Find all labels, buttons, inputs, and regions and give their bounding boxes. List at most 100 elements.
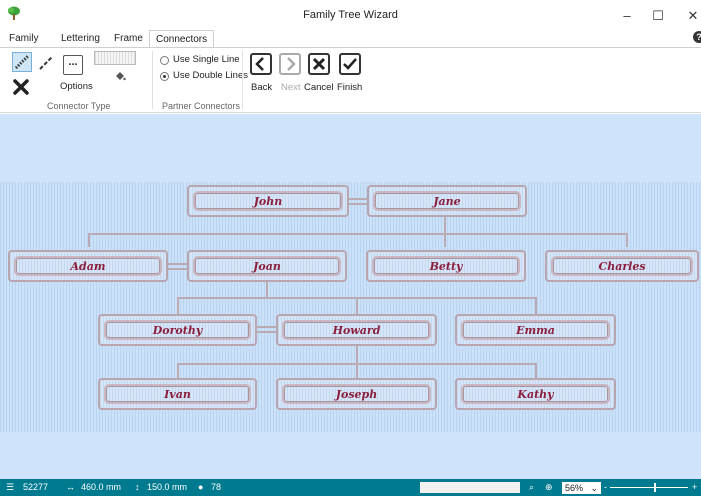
- height-arrow-icon: ↕: [135, 482, 140, 492]
- checkmark-icon: [343, 58, 357, 70]
- palette-icon: ●: [198, 482, 204, 492]
- connector-style-selected-button[interactable]: [12, 52, 32, 72]
- options-label[interactable]: Options: [60, 81, 93, 92]
- name-label: Betty: [429, 260, 463, 273]
- name-panel-dorothy[interactable]: Dorothy: [98, 314, 257, 346]
- ribbon: ... Options Connector Type Use Single Li…: [0, 47, 701, 113]
- line-connector-icon: [39, 56, 53, 70]
- name-panel-betty[interactable]: Betty: [366, 250, 526, 282]
- remove-connector-button[interactable]: [12, 78, 32, 98]
- double-lines-label[interactable]: Use Double Lines: [173, 70, 248, 81]
- back-button[interactable]: [250, 53, 272, 75]
- cross-icon: [13, 79, 29, 95]
- double-lines-radio[interactable]: [160, 72, 169, 81]
- finish-button[interactable]: [339, 53, 361, 75]
- title-bar: Family Tree Wizard – ☐ ✕: [0, 0, 701, 32]
- zoom-tool-icon[interactable]: ⌕: [529, 479, 534, 496]
- connector-line: [356, 297, 358, 314]
- name-panel-adam[interactable]: Adam: [8, 250, 168, 282]
- group-divider: [152, 51, 153, 109]
- window-title: Family Tree Wizard: [303, 9, 398, 21]
- name-panel-joan[interactable]: Joan: [187, 250, 347, 282]
- name-label: Joseph: [335, 388, 378, 401]
- width-arrow-icon: ↔: [66, 482, 75, 492]
- connector-line: [626, 233, 628, 247]
- name-label: Joan: [253, 260, 281, 273]
- connector-preview[interactable]: [94, 51, 136, 65]
- connector-style-line-button[interactable]: [36, 53, 56, 73]
- design-canvas[interactable]: John Jane Adam Joan Betty Charles Doroth…: [0, 114, 701, 479]
- single-line-radio[interactable]: [160, 56, 169, 65]
- help-icon[interactable]: ?: [693, 31, 701, 43]
- paint-bucket-icon[interactable]: [114, 70, 126, 82]
- cancel-button[interactable]: [308, 53, 330, 75]
- name-label: Adam: [70, 260, 106, 273]
- minimize-button[interactable]: –: [612, 7, 642, 25]
- name-panel-emma[interactable]: Emma: [455, 314, 616, 346]
- name-label: Dorothy: [152, 324, 203, 337]
- name-panel-john[interactable]: John: [187, 185, 349, 217]
- connector-line: [444, 216, 446, 234]
- cancel-x-icon: [312, 57, 326, 71]
- partner-connector: [168, 263, 187, 265]
- name-label: Jane: [433, 195, 461, 208]
- partner-connector: [257, 331, 276, 333]
- tab-bar: Family Lettering Frame Connectors: [0, 30, 701, 48]
- finish-label[interactable]: Finish: [337, 82, 362, 93]
- connector-line: [356, 346, 358, 364]
- connector-line: [266, 282, 268, 298]
- name-panel-howard[interactable]: Howard: [276, 314, 437, 346]
- dotted-connector-icon: [14, 54, 30, 70]
- zoom-fit-icon[interactable]: ⊕: [545, 479, 553, 496]
- name-label: Kathy: [517, 388, 554, 401]
- name-panel-joseph[interactable]: Joseph: [276, 378, 437, 410]
- zoom-slider-track[interactable]: [610, 487, 688, 488]
- status-bar: ☰ 52277 ↔ 460.0 mm ↕ 150.0 mm ● 78 ⌕ ⊕ 5…: [0, 479, 701, 496]
- zoom-value: 56%: [565, 483, 584, 493]
- group-divider: [242, 51, 243, 109]
- zoom-in-button[interactable]: +: [692, 479, 697, 496]
- zoom-select[interactable]: 56% ⌄: [562, 482, 601, 494]
- connector-line: [88, 233, 627, 235]
- tab-frame[interactable]: Frame: [108, 30, 149, 48]
- tab-connectors[interactable]: Connectors: [149, 30, 215, 48]
- tab-family[interactable]: Family: [3, 30, 44, 48]
- chevron-right-icon: [287, 57, 296, 71]
- name-label: Howard: [332, 324, 381, 337]
- name-panel-kathy[interactable]: Kathy: [455, 378, 616, 410]
- close-button[interactable]: ✕: [678, 7, 701, 25]
- chevron-left-icon: [255, 57, 264, 71]
- name-label: Ivan: [164, 388, 191, 401]
- color-count: 78: [211, 482, 222, 492]
- partner-connectors-group-label: Partner Connectors: [162, 101, 241, 111]
- cancel-label[interactable]: Cancel: [304, 82, 334, 93]
- back-label[interactable]: Back: [251, 82, 272, 93]
- next-button[interactable]: [279, 53, 301, 75]
- partner-connector: [349, 198, 367, 200]
- partner-connector: [349, 203, 367, 205]
- zoom-out-button[interactable]: -: [604, 479, 607, 496]
- stitch-count-icon: ☰: [6, 482, 15, 492]
- next-label[interactable]: Next: [281, 82, 301, 93]
- connector-line: [88, 233, 90, 247]
- options-icon[interactable]: ...: [63, 55, 83, 75]
- stitch-count: 52277: [23, 482, 49, 492]
- connector-line: [177, 297, 179, 314]
- zoom-slider-thumb[interactable]: [654, 483, 656, 492]
- connector-type-group-label: Connector Type: [47, 101, 111, 111]
- connector-line: [356, 363, 358, 378]
- tab-lettering[interactable]: Lettering: [55, 30, 106, 48]
- connector-line: [177, 363, 179, 378]
- maximize-button[interactable]: ☐: [643, 7, 673, 25]
- name-label: John: [253, 195, 283, 208]
- single-line-label[interactable]: Use Single Line: [173, 54, 240, 65]
- design-width: 460.0 mm: [81, 482, 122, 492]
- status-progress-area: [420, 482, 520, 493]
- name-panel-jane[interactable]: Jane: [367, 185, 527, 217]
- name-panel-ivan[interactable]: Ivan: [98, 378, 257, 410]
- name-label: Charles: [598, 260, 646, 273]
- partner-connector: [257, 326, 276, 328]
- name-panel-charles[interactable]: Charles: [545, 250, 699, 282]
- connector-line: [535, 363, 537, 378]
- connector-line: [444, 233, 446, 247]
